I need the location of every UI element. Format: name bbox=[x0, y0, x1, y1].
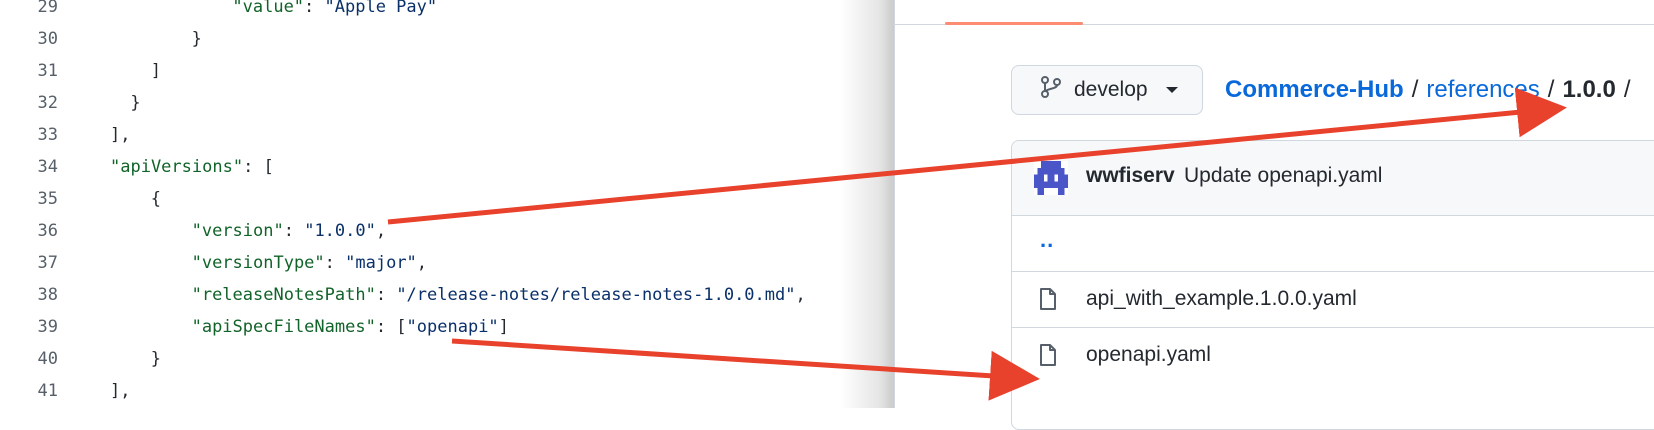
branch-name: develop bbox=[1074, 78, 1148, 101]
code-line: 37 "versionType": "major", bbox=[0, 247, 900, 279]
line-number: 40 bbox=[37, 349, 58, 369]
code-text: ], bbox=[110, 375, 130, 407]
avatar[interactable] bbox=[1034, 161, 1068, 195]
git-branch-icon bbox=[1040, 75, 1062, 105]
json-punctuation: , bbox=[375, 221, 387, 241]
code-line: 31] bbox=[0, 55, 900, 87]
json-punctuation: , bbox=[416, 253, 428, 273]
file-list: wwfiserv Update openapi.yaml .. api_with… bbox=[1011, 140, 1654, 430]
json-punctuation: ], bbox=[110, 381, 131, 401]
json-punctuation: : bbox=[324, 253, 346, 273]
code-text: "versionType": "major", bbox=[192, 247, 427, 279]
active-tab-underline bbox=[945, 22, 1083, 25]
latest-commit-row: wwfiserv Update openapi.yaml bbox=[1012, 141, 1654, 216]
code-line: 35 { bbox=[0, 183, 900, 215]
code-text: ] bbox=[151, 55, 161, 87]
code-line: 41], bbox=[0, 375, 900, 407]
code-line: 40} bbox=[0, 343, 900, 375]
code-text: "apiSpecFileNames": ["openapi"] bbox=[192, 311, 509, 343]
json-key: "version" bbox=[191, 221, 284, 241]
json-string: "Apple Pay" bbox=[324, 0, 438, 17]
file-icon bbox=[1038, 343, 1058, 373]
parent-directory-row[interactable]: .. bbox=[1012, 215, 1654, 272]
file-icon bbox=[1038, 287, 1058, 317]
json-punctuation: : [ bbox=[375, 317, 407, 337]
file-row[interactable]: openapi.yaml bbox=[1012, 327, 1654, 383]
repo-nav-bar bbox=[895, 0, 1654, 25]
code-text: { bbox=[151, 183, 161, 215]
json-key: "value" bbox=[232, 0, 305, 17]
code-line: 39 "apiSpecFileNames": ["openapi"] bbox=[0, 311, 900, 343]
json-punctuation: ] bbox=[150, 61, 162, 81]
code-text: } bbox=[130, 87, 140, 119]
breadcrumb-repo-link[interactable]: Commerce-Hub bbox=[1225, 76, 1404, 104]
code-text: "version": "1.0.0", bbox=[192, 215, 387, 247]
json-punctuation: : bbox=[304, 0, 325, 17]
commit-author[interactable]: wwfiserv bbox=[1086, 164, 1175, 188]
code-line: 29 "value": "Apple Pay" bbox=[0, 0, 900, 23]
json-punctuation: : bbox=[283, 221, 305, 241]
code-text: ], bbox=[110, 119, 130, 151]
json-punctuation: : bbox=[375, 285, 397, 305]
line-number: 33 bbox=[37, 125, 58, 145]
json-punctuation: ], bbox=[110, 125, 131, 145]
breadcrumb-folder-link[interactable]: references bbox=[1426, 76, 1539, 104]
code-text: "releaseNotesPath": "/release-notes/rele… bbox=[192, 279, 806, 311]
branch-selector-button[interactable]: develop bbox=[1011, 65, 1203, 115]
file-name-link[interactable]: openapi.yaml bbox=[1086, 343, 1211, 367]
json-string: "/release-notes/release-notes-1.0.0.md" bbox=[396, 285, 796, 305]
json-string: "1.0.0" bbox=[304, 221, 376, 241]
code-text: } bbox=[192, 23, 202, 55]
code-line: 38 "releaseNotesPath": "/release-notes/re… bbox=[0, 279, 900, 311]
code-line: 30} bbox=[0, 23, 900, 55]
code-line: 32} bbox=[0, 87, 900, 119]
line-number: 36 bbox=[37, 221, 58, 241]
json-key: "apiSpecFileNames" bbox=[191, 317, 376, 337]
breadcrumb-separator: / bbox=[1623, 76, 1631, 103]
file-row[interactable]: api_with_example.1.0.0.yaml bbox=[1012, 271, 1654, 328]
line-number: 31 bbox=[37, 61, 58, 81]
code-text: } bbox=[151, 343, 161, 375]
line-number: 39 bbox=[37, 317, 58, 337]
line-number: 34 bbox=[37, 157, 58, 177]
breadcrumb: Commerce-Hub / references / 1.0.0 / bbox=[1225, 70, 1639, 110]
breadcrumb-separator: / bbox=[1411, 76, 1419, 103]
code-line: 36 "version": "1.0.0", bbox=[0, 215, 900, 247]
json-punctuation: } bbox=[191, 29, 202, 49]
line-number: 35 bbox=[37, 189, 58, 209]
repo-file-browser: develop Commerce-Hub / references / 1.0.… bbox=[894, 0, 1654, 430]
json-punctuation: ] bbox=[498, 317, 509, 337]
breadcrumb-separator: / bbox=[1547, 76, 1555, 103]
line-number: 41 bbox=[37, 381, 58, 401]
breadcrumb-current-folder: 1.0.0 bbox=[1562, 76, 1616, 103]
code-line: 33], bbox=[0, 119, 900, 151]
json-punctuation: : [ bbox=[243, 157, 274, 177]
json-punctuation: { bbox=[150, 189, 162, 209]
json-string: "major" bbox=[345, 253, 417, 273]
chevron-down-icon bbox=[1165, 87, 1178, 93]
line-number: 38 bbox=[37, 285, 58, 305]
code-text: "value": "Apple Pay" bbox=[232, 0, 437, 23]
panel-divider-shadow bbox=[840, 0, 896, 408]
json-key: "apiVersions" bbox=[110, 157, 244, 177]
json-punctuation: } bbox=[130, 93, 141, 113]
file-name-link[interactable]: api_with_example.1.0.0.yaml bbox=[1086, 287, 1357, 311]
json-key: "releaseNotesPath" bbox=[191, 285, 376, 305]
line-number: 32 bbox=[37, 93, 58, 113]
code-line: 34 "apiVersions": [ bbox=[0, 151, 900, 183]
json-key: "versionType" bbox=[191, 253, 325, 273]
line-number: 30 bbox=[37, 29, 58, 49]
json-punctuation: } bbox=[150, 349, 162, 369]
commit-message[interactable]: Update openapi.yaml bbox=[1184, 164, 1382, 188]
json-punctuation: , bbox=[795, 285, 806, 305]
line-number: 37 bbox=[37, 253, 58, 273]
parent-directory-link[interactable]: .. bbox=[1040, 227, 1054, 253]
line-number: 29 bbox=[37, 0, 58, 17]
code-text: "apiVersions": [ bbox=[110, 151, 274, 183]
code-view: 29 "value": "Apple Pay" 30} 31] 32} 33], 34 "ap… bbox=[0, 0, 900, 408]
json-string: "openapi" bbox=[406, 317, 499, 337]
